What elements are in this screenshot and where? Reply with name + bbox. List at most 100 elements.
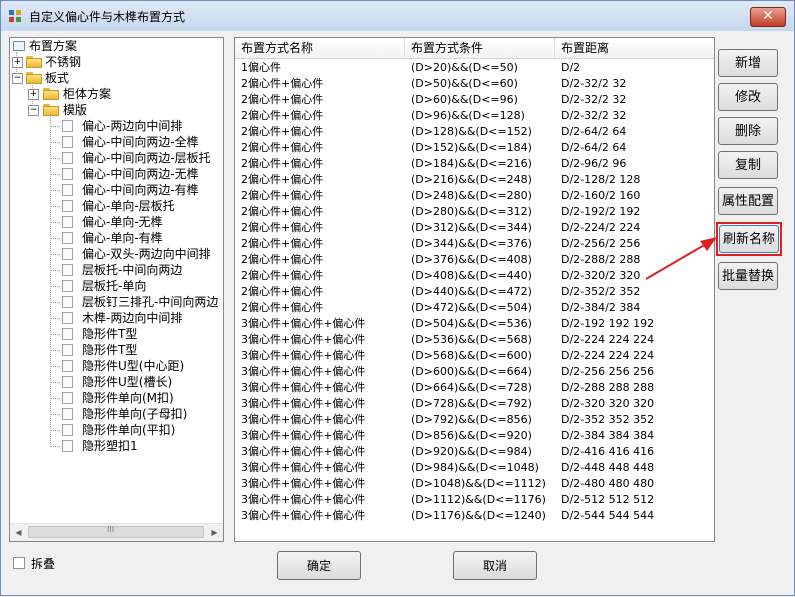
tree-leaf-item[interactable]: 偏心-单向-无榫 — [10, 214, 223, 230]
tree-item-panel[interactable]: − 板式 — [10, 70, 210, 86]
template-doc-icon — [62, 440, 73, 452]
table-row[interactable]: 2偏心件+偏心件 (D>184)&&(D<=216) D/2-96/2 96 — [235, 156, 714, 172]
tree-leaf-item[interactable]: 隐形件T型 — [10, 326, 223, 342]
table-row[interactable]: 3偏心件+偏心件+偏心件 (D>920)&&(D<=984) D/2-416 416… — [235, 444, 714, 460]
close-button[interactable]: ✕ — [750, 7, 786, 27]
table-row[interactable]: 2偏心件+偏心件 (D>128)&&(D<=152) D/2-64/2 64 — [235, 124, 714, 140]
tree-leaf-item[interactable]: 木榫-两边向中间排 — [10, 310, 223, 326]
table-row[interactable]: 2偏心件+偏心件 (D>440)&&(D<=472) D/2-352/2 352 — [235, 284, 714, 300]
tree-leaf-item[interactable]: 隐形件T型 — [10, 342, 223, 358]
tree-hscrollbar[interactable]: ◀ III ▶ — [10, 523, 223, 541]
expand-icon[interactable]: + — [28, 89, 39, 100]
cell-distance: D/2-256/2 256 — [561, 237, 641, 250]
cancel-button[interactable]: 取消 — [453, 551, 537, 580]
add-button[interactable]: 新增 — [718, 49, 778, 77]
tree-leaf-item[interactable]: 隐形件单向(平扣) — [10, 422, 223, 438]
cell-condition: (D>376)&&(D<=408) — [411, 253, 532, 266]
property-config-button[interactable]: 属性配置 — [718, 187, 778, 215]
table-row[interactable]: 2偏心件+偏心件 (D>96)&&(D<=128) D/2-32/2 32 — [235, 108, 714, 124]
table-row[interactable]: 3偏心件+偏心件+偏心件 (D>1112)&&(D<=1176) D/2-512 5… — [235, 492, 714, 508]
expand-icon[interactable]: + — [12, 57, 23, 68]
copy-button[interactable]: 复制 — [718, 151, 778, 179]
collapse-icon[interactable]: − — [28, 105, 39, 116]
tree-leaf-item[interactable]: 偏心-中间向两边-无榫 — [10, 166, 223, 182]
table-row[interactable]: 3偏心件+偏心件+偏心件 (D>664)&&(D<=728) D/2-288 288… — [235, 380, 714, 396]
ok-button[interactable]: 确定 — [277, 551, 361, 580]
tree-item-label: 板式 — [45, 71, 70, 85]
table-row[interactable]: 2偏心件+偏心件 (D>60)&&(D<=96) D/2-32/2 32 — [235, 92, 714, 108]
scroll-thumb[interactable]: III — [28, 525, 204, 538]
edit-button[interactable]: 修改 — [718, 83, 778, 111]
table-row[interactable]: 3偏心件+偏心件+偏心件 (D>984)&&(D<=1048) D/2-448 44… — [235, 460, 714, 476]
cell-name: 3偏心件+偏心件+偏心件 — [241, 397, 366, 410]
tree-leaf-item[interactable]: 偏心-中间向两边-层板托 — [10, 150, 223, 166]
table-row[interactable]: 2偏心件+偏心件 (D>216)&&(D<=248) D/2-128/2 128 — [235, 172, 714, 188]
table-row[interactable]: 2偏心件+偏心件 (D>472)&&(D<=504) D/2-384/2 384 — [235, 300, 714, 316]
table-row[interactable]: 2偏心件+偏心件 (D>344)&&(D<=376) D/2-256/2 256 — [235, 236, 714, 252]
table-row[interactable]: 3偏心件+偏心件+偏心件 (D>1176)&&(D<=1240) D/2-544 5… — [235, 508, 714, 524]
table-row[interactable]: 3偏心件+偏心件+偏心件 (D>568)&&(D<=600) D/2-224 224… — [235, 348, 714, 364]
delete-button[interactable]: 删除 — [718, 117, 778, 145]
collapse-icon[interactable]: − — [12, 73, 23, 84]
tree-item-label: 模版 — [63, 103, 88, 117]
table-row[interactable]: 2偏心件+偏心件 (D>376)&&(D<=408) D/2-288/2 288 — [235, 252, 714, 268]
table-row[interactable]: 3偏心件+偏心件+偏心件 (D>1048)&&(D<=1112) D/2-480 4… — [235, 476, 714, 492]
table-row[interactable]: 2偏心件+偏心件 (D>280)&&(D<=312) D/2-192/2 192 — [235, 204, 714, 220]
tree-leaf-label: 偏心-单向-有榫 — [82, 231, 163, 245]
tree-leaf-item[interactable]: 隐形件单向(子母扣) — [10, 406, 223, 422]
column-header-distance[interactable]: 布置距离 — [555, 38, 714, 58]
tree-leaf-item[interactable]: 层板托-单向 — [10, 278, 223, 294]
table-row[interactable]: 3偏心件+偏心件+偏心件 (D>536)&&(D<=568) D/2-224 224… — [235, 332, 714, 348]
tree-guide-line — [50, 382, 60, 383]
scheme-tree[interactable]: 布置方案 + 不锈钢 − 板式 + 柜体方案 − 模版 偏心-两边向中间排 偏心-… — [9, 37, 224, 542]
tree-leaf-item[interactable]: 偏心-双头-两边向中间排 — [10, 246, 223, 262]
cell-distance: D/2-32/2 32 — [561, 93, 627, 106]
tree-leaf-label: 隐形件单向(平扣) — [82, 423, 176, 437]
table-row[interactable]: 3偏心件+偏心件+偏心件 (D>856)&&(D<=920) D/2-384 384… — [235, 428, 714, 444]
table-row[interactable]: 2偏心件+偏心件 (D>408)&&(D<=440) D/2-320/2 320 — [235, 268, 714, 284]
tree-leaf-item[interactable]: 偏心-单向-层板托 — [10, 198, 223, 214]
table-row[interactable]: 2偏心件+偏心件 (D>50)&&(D<=60) D/2-32/2 32 — [235, 76, 714, 92]
cell-name: 2偏心件+偏心件 — [241, 269, 324, 282]
tree-leaf-label: 层板钉三排孔-中间向两边 — [82, 295, 219, 309]
scheme-table[interactable]: 布置方式名称 布置方式条件 布置距离 1偏心件 (D>20)&&(D<=50) D/… — [234, 37, 715, 542]
scroll-left-icon[interactable]: ◀ — [10, 524, 27, 541]
tree-leaf-item[interactable]: 隐形件U型(槽长) — [10, 374, 223, 390]
cell-condition: (D>792)&&(D<=856) — [411, 413, 532, 426]
tree-item-cabinet-scheme[interactable]: + 柜体方案 — [10, 86, 210, 102]
table-row[interactable]: 1偏心件 (D>20)&&(D<=50) D/2 — [235, 60, 714, 76]
cell-condition: (D>96)&&(D<=128) — [411, 109, 525, 122]
column-header-condition[interactable]: 布置方式条件 — [405, 38, 555, 58]
tree-leaf-item[interactable]: 偏心-中间向两边-全榫 — [10, 134, 223, 150]
cell-name: 3偏心件+偏心件+偏心件 — [241, 445, 366, 458]
tree-leaf-item[interactable]: 隐形件单向(M扣) — [10, 390, 223, 406]
cell-name: 2偏心件+偏心件 — [241, 205, 324, 218]
tree-leaf-label: 偏心-双头-两边向中间排 — [82, 247, 211, 261]
tree-leaf-item[interactable]: 隐形件U型(中心距) — [10, 358, 223, 374]
tree-leaf-item[interactable]: 层板钉三排孔-中间向两边 — [10, 294, 223, 310]
tree-leaf-item[interactable]: 偏心-中间向两边-有榫 — [10, 182, 223, 198]
table-row[interactable]: 2偏心件+偏心件 (D>152)&&(D<=184) D/2-64/2 64 — [235, 140, 714, 156]
cell-distance: D/2-320 320 320 — [561, 397, 655, 410]
cell-name: 3偏心件+偏心件+偏心件 — [241, 317, 366, 330]
table-row[interactable]: 3偏心件+偏心件+偏心件 (D>504)&&(D<=536) D/2-192 192… — [235, 316, 714, 332]
cell-condition: (D>920)&&(D<=984) — [411, 445, 532, 458]
tree-item-stainless[interactable]: + 不锈钢 — [10, 54, 210, 70]
table-row[interactable]: 2偏心件+偏心件 (D>248)&&(D<=280) D/2-160/2 160 — [235, 188, 714, 204]
template-doc-icon — [62, 248, 73, 260]
batch-replace-button[interactable]: 批量替换 — [718, 262, 778, 290]
column-header-name[interactable]: 布置方式名称 — [235, 38, 405, 58]
scroll-right-icon[interactable]: ▶ — [206, 524, 223, 541]
tree-leaf-item[interactable]: 偏心-单向-有榫 — [10, 230, 223, 246]
tree-leaf-item[interactable]: 偏心-两边向中间排 — [10, 118, 223, 134]
highlight-box — [716, 222, 782, 256]
tree-item-template[interactable]: − 模版 — [10, 102, 210, 118]
table-row[interactable]: 3偏心件+偏心件+偏心件 (D>792)&&(D<=856) D/2-352 352… — [235, 412, 714, 428]
tree-root-icon — [13, 41, 25, 51]
table-row[interactable]: 3偏心件+偏心件+偏心件 (D>728)&&(D<=792) D/2-320 320… — [235, 396, 714, 412]
table-row[interactable]: 3偏心件+偏心件+偏心件 (D>600)&&(D<=664) D/2-256 256… — [235, 364, 714, 380]
tree-leaf-item[interactable]: 层板托-中间向两边 — [10, 262, 223, 278]
tree-leaf-item[interactable]: 隐形塑扣1 — [10, 438, 223, 454]
fold-checkbox[interactable] — [13, 557, 25, 569]
table-row[interactable]: 2偏心件+偏心件 (D>312)&&(D<=344) D/2-224/2 224 — [235, 220, 714, 236]
